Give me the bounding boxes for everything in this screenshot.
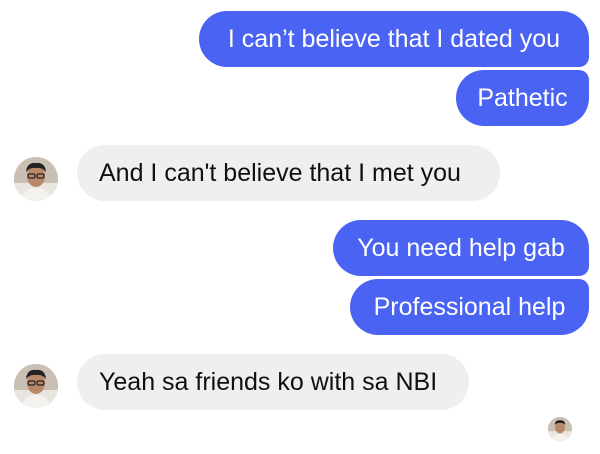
person-photo-icon [14,364,58,408]
incoming-message[interactable]: And I can't believe that I met you [77,145,500,201]
outgoing-message[interactable]: I can’t believe that I dated you [199,11,589,67]
read-receipt-avatar-icon [548,417,572,441]
outgoing-message[interactable]: Pathetic [456,70,589,126]
outgoing-message[interactable]: Professional help [350,279,589,335]
incoming-message[interactable]: Yeah sa friends ko with sa NBI [77,354,469,410]
message-text: Professional help [373,292,566,321]
message-text: You need help gab [357,233,565,262]
contact-avatar[interactable] [14,157,58,201]
read-receipt-avatar [548,417,572,441]
message-text: Pathetic [477,83,568,112]
person-photo-icon [14,157,58,201]
message-text: I can’t believe that I dated you [227,24,561,53]
message-text: Yeah sa friends ko with sa NBI [99,367,438,396]
contact-avatar[interactable] [14,364,58,408]
outgoing-message[interactable]: You need help gab [333,220,589,276]
message-text: And I can't believe that I met you [99,158,461,187]
